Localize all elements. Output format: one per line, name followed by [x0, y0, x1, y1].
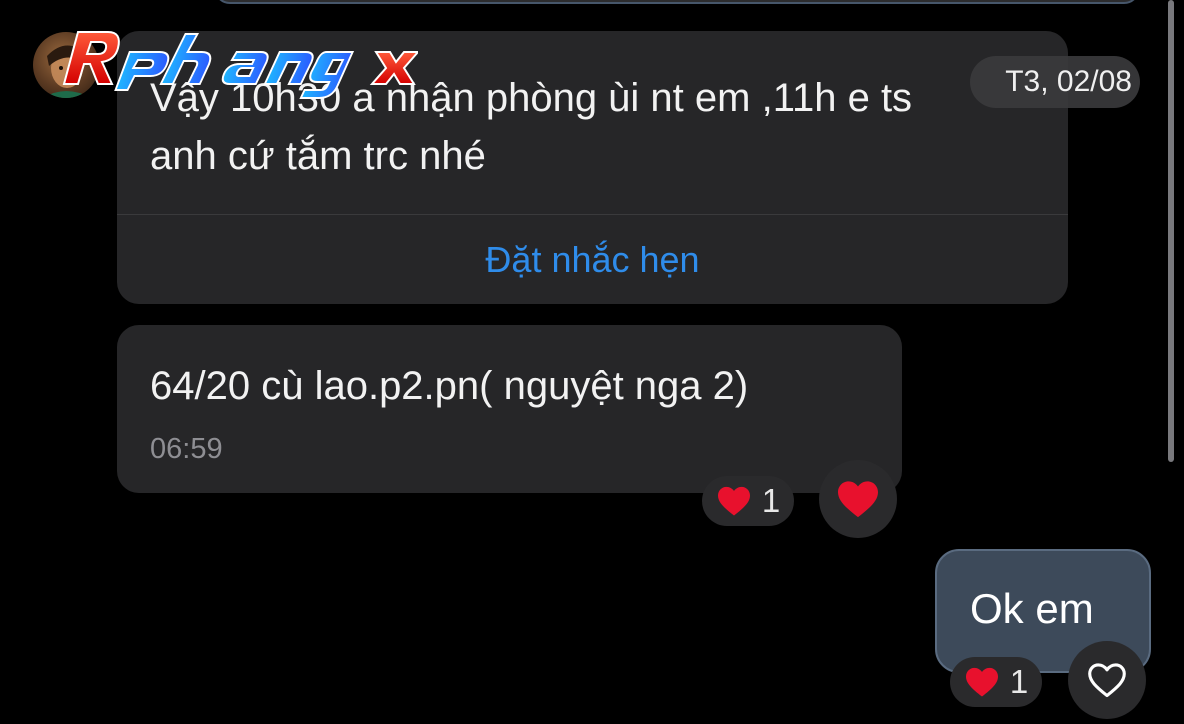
reaction-count: 1	[761, 482, 781, 519]
chat-screen: Vậy 10h30 a nhận phòng ùi nt em ,11h e t…	[0, 0, 1184, 724]
message-bubble-incoming[interactable]: 64/20 cù lao.p2.pn( nguyệt nga 2) 06:59	[117, 325, 902, 493]
previous-message-bubble[interactable]	[214, 0, 1140, 4]
message-text: Vậy 10h30 a nhận phòng ùi nt em ,11h e t…	[150, 69, 1050, 185]
avatar-image	[43, 45, 91, 98]
heart-outline-icon	[1088, 663, 1126, 698]
message-bubble-incoming[interactable]: Vậy 10h30 a nhận phòng ùi nt em ,11h e t…	[117, 31, 1068, 304]
react-button[interactable]	[1068, 641, 1146, 719]
avatar[interactable]	[33, 32, 99, 98]
heart-icon	[965, 667, 998, 697]
react-button[interactable]	[819, 460, 897, 538]
heart-icon	[838, 481, 878, 518]
message-text-line: anh cứ tắm trc nhé	[150, 134, 486, 178]
heart-icon	[717, 486, 750, 516]
reaction-summary[interactable]: 1	[950, 657, 1042, 707]
set-reminder-button[interactable]: Đặt nhắc hẹn	[117, 215, 1068, 304]
reaction-summary[interactable]: 1	[702, 476, 794, 526]
message-text: Ok em	[970, 585, 1094, 632]
message-text: 64/20 cù lao.p2.pn( nguyệt nga 2)	[150, 364, 749, 408]
message-timestamp: 06:59	[150, 433, 223, 465]
date-badge: T3, 02/08	[970, 56, 1140, 108]
scrollbar[interactable]	[1168, 0, 1174, 462]
message-text-line: Vậy 10h30 a nhận phòng ùi nt em ,11h e t…	[150, 76, 913, 120]
reaction-count: 1	[1009, 663, 1029, 700]
